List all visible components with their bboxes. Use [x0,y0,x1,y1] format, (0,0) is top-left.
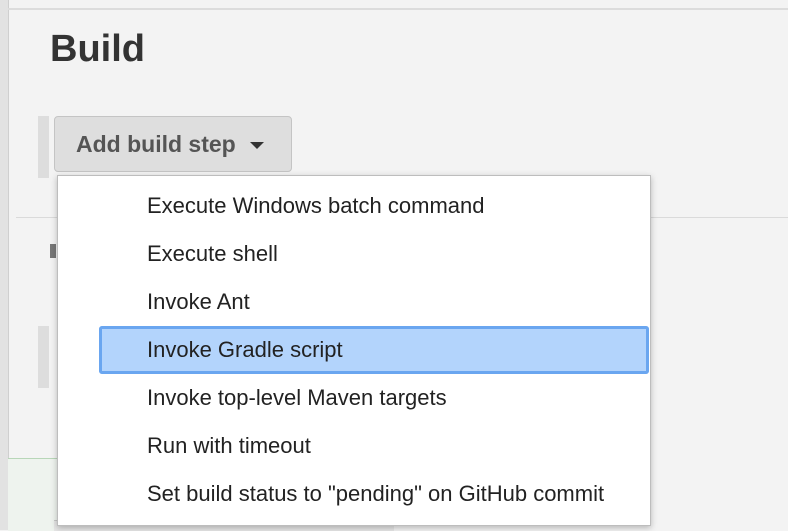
section-title: Build [50,28,145,70]
build-step-drag-handle[interactable] [38,116,49,178]
page-left-border [0,0,9,530]
post-build-drag-handle[interactable] [38,326,49,388]
caret-down-icon [249,142,264,149]
build-step-dropdown-menu: Execute Windows batch command Execute sh… [57,175,651,526]
menu-item-invoke-gradle-script[interactable]: Invoke Gradle script [99,326,649,374]
menu-item-set-github-status[interactable]: Set build status to "pending" on GitHub … [99,470,649,518]
add-build-step-button[interactable]: Add build step [54,116,292,172]
menu-item-execute-windows-batch[interactable]: Execute Windows batch command [99,182,649,230]
menu-item-execute-shell[interactable]: Execute shell [99,230,649,278]
add-build-step-label: Add build step [76,130,236,157]
obscured-label-stub [50,244,56,258]
top-divider [8,8,788,10]
menu-item-invoke-maven-targets[interactable]: Invoke top-level Maven targets [99,374,649,422]
menu-item-invoke-ant[interactable]: Invoke Ant [99,278,649,326]
menu-item-run-with-timeout[interactable]: Run with timeout [99,422,649,470]
